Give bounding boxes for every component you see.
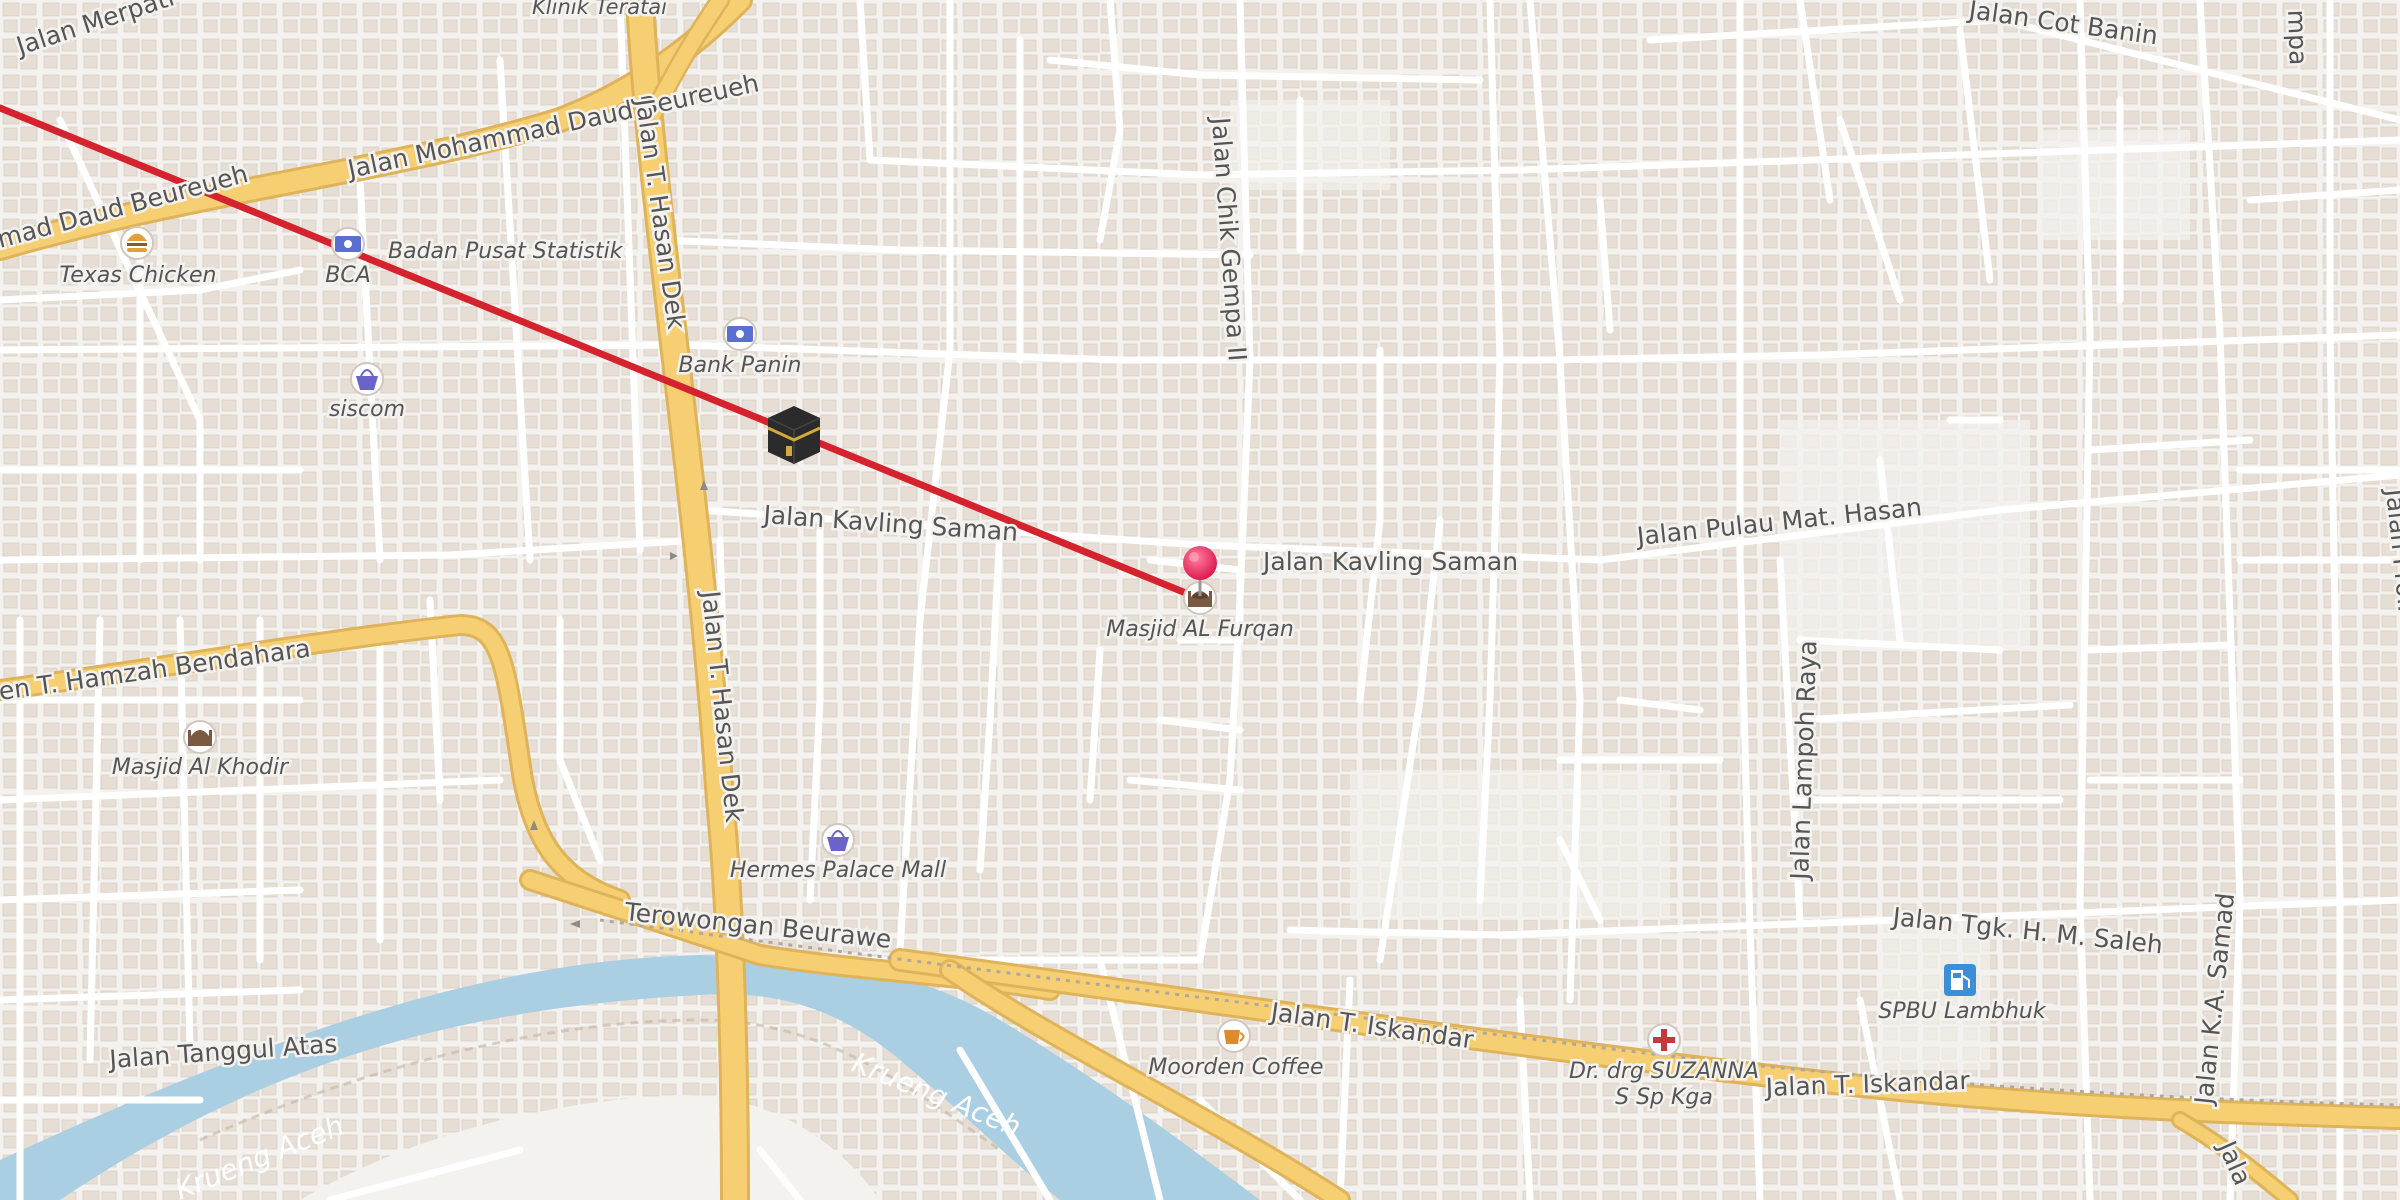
street-label-mpa: mpa (2282, 9, 2313, 66)
kaaba-icon (767, 406, 821, 464)
poi-label-suzanna-2: S Sp Kga (1615, 1085, 1713, 1110)
map-canvas[interactable]: Jalan Merpati Klinik Teratai Jalan Moham… (0, 0, 2400, 1200)
poi-label-khodir: Masjid Al Khodir (112, 755, 290, 780)
bank-icon (335, 236, 361, 252)
poi-label-bca: BCA (325, 263, 371, 288)
poi-label-panin: Bank Panin (679, 353, 802, 378)
poi-label-furqan: Masjid AL Furqan (1106, 617, 1294, 642)
poi-label-moorden: Moorden Coffee (1148, 1055, 1323, 1080)
poi-label-siscom: siscom (329, 397, 405, 422)
street-label-klinik: Klinik Teratai (532, 0, 667, 19)
poi-label-texas: Texas Chicken (60, 263, 217, 288)
street-label-kavling-saman-e: Jalan Kavling Saman (1261, 547, 1518, 576)
poi-label-hermes: Hermes Palace Mall (730, 858, 946, 883)
bank-icon (727, 326, 753, 342)
poi-label-bps: Badan Pusat Statistik (388, 239, 624, 264)
poi-label-suzanna-1: Dr. drg SUZANNA (1569, 1059, 1759, 1084)
poi-label-spbu: SPBU Lambhuk (1878, 999, 2046, 1024)
kaaba-marker[interactable] (767, 406, 821, 464)
